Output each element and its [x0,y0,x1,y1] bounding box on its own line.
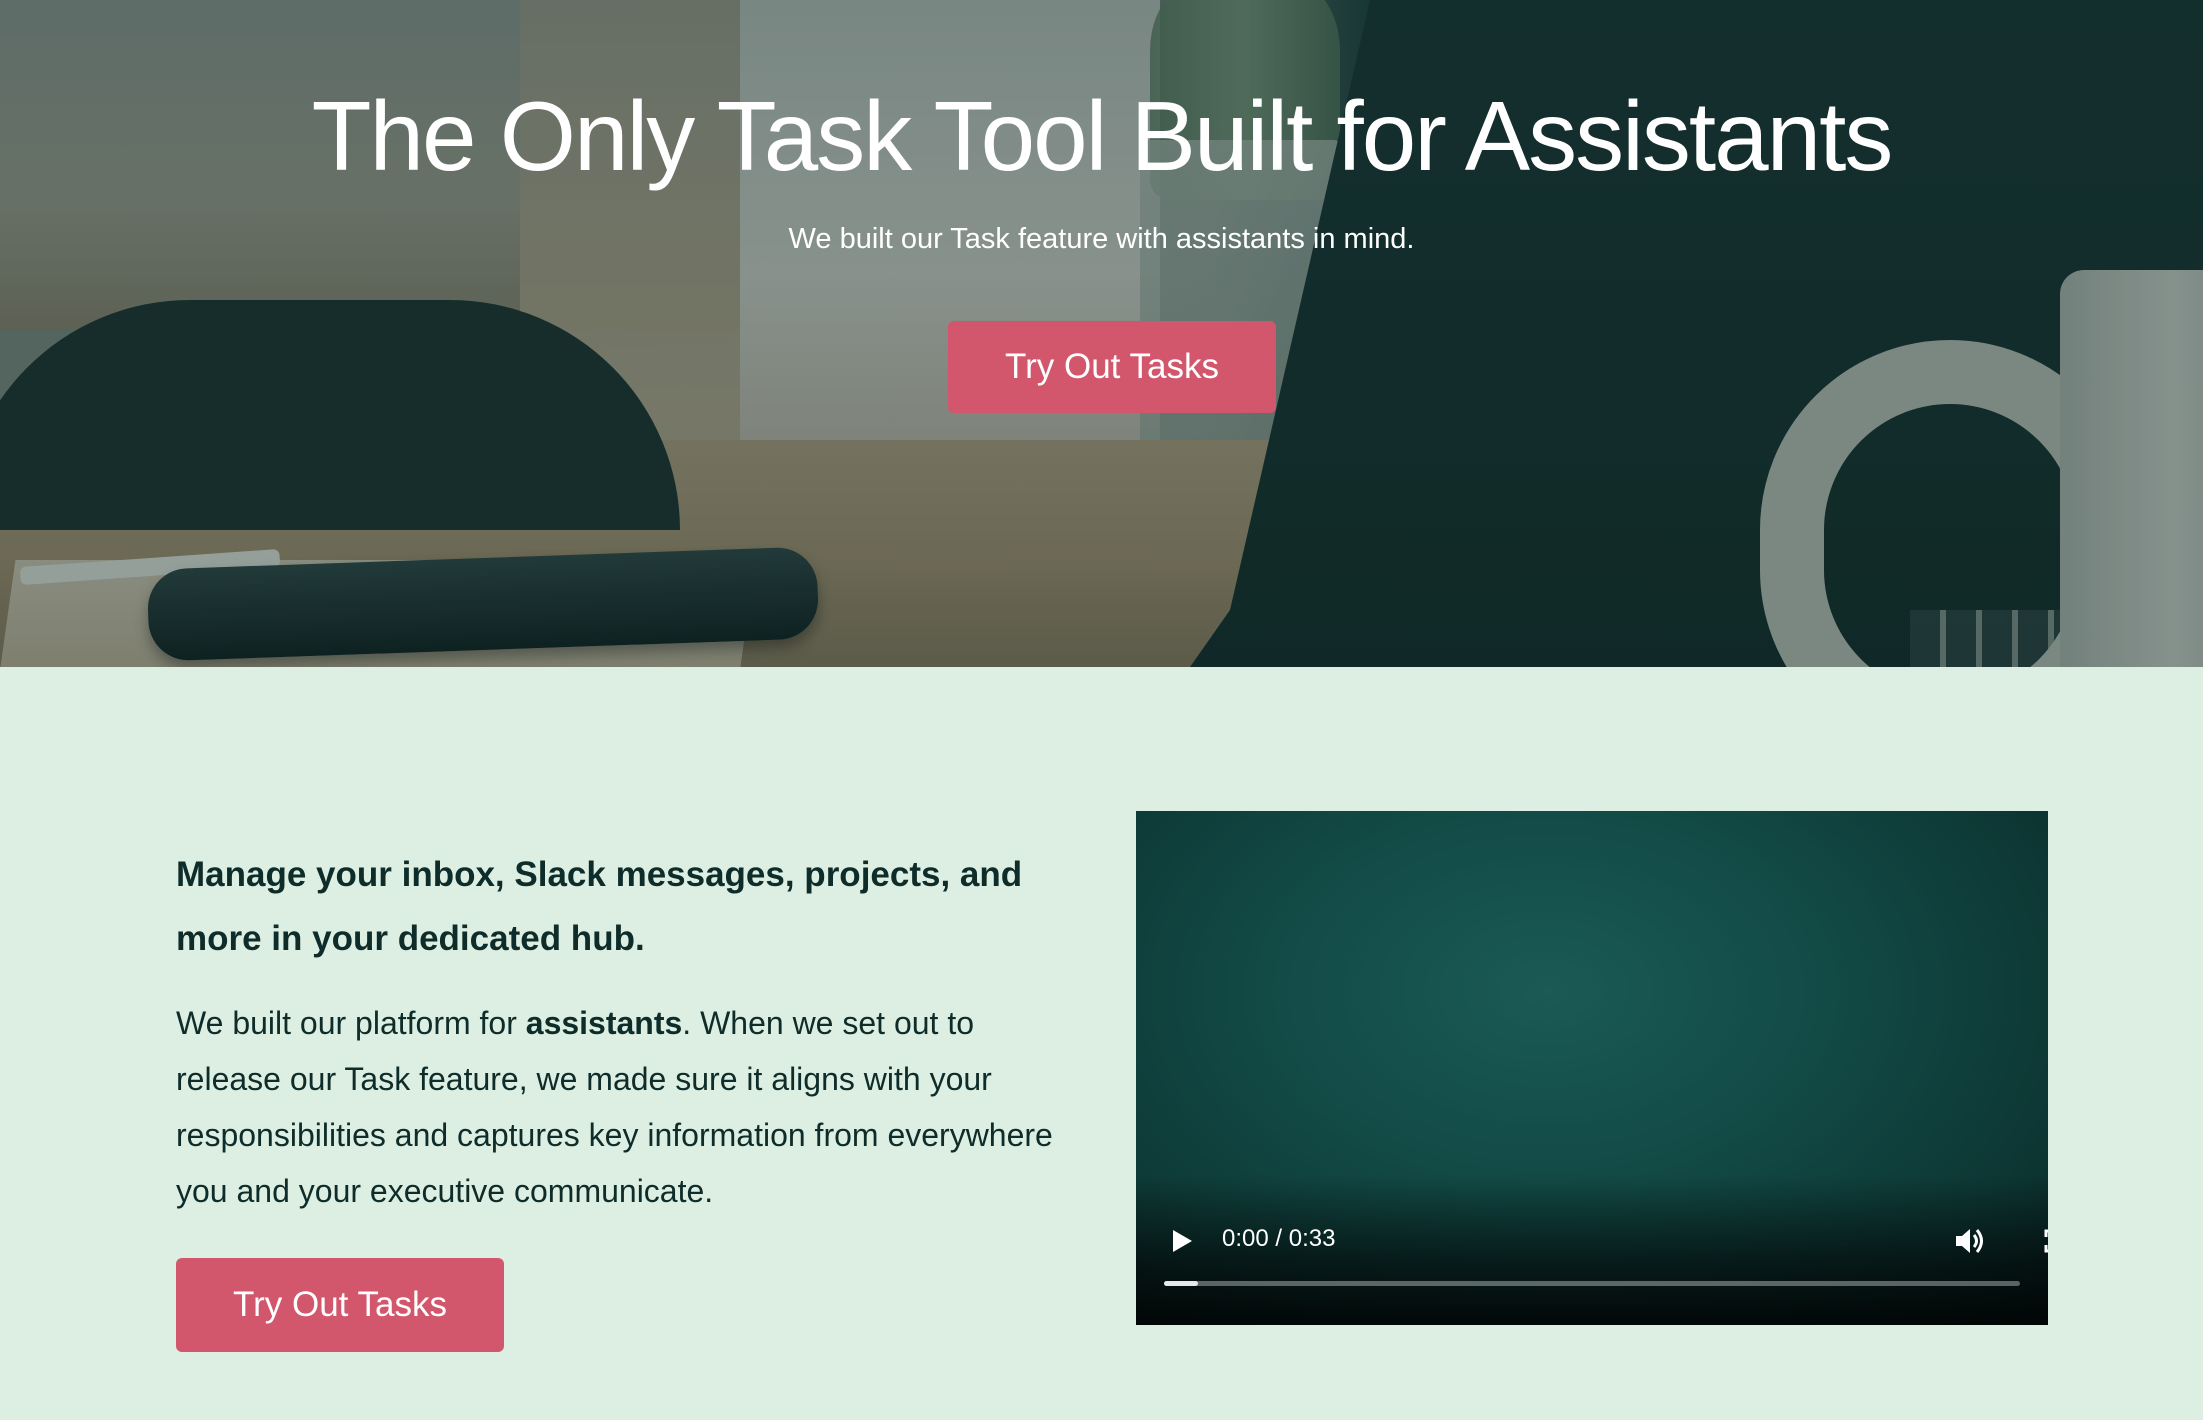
video-controls: 0:00 / 0:33 [1136,1211,2048,1271]
hero-section: The Only Task Tool Built for Assistants … [0,0,2203,667]
feature-try-out-tasks-button[interactable]: Try Out Tasks [176,1258,504,1352]
feature-body-start: We built our platform for [176,1005,526,1041]
fullscreen-icon[interactable] [2034,1219,2048,1263]
video-time-display: 0:00 / 0:33 [1222,1225,1336,1252]
feature-section: Manage your inbox, Slack messages, proje… [0,667,2203,1420]
hero-subtitle: We built our Task feature with assistant… [788,223,1415,255]
hero-title: The Only Task Tool Built for Assistants [311,81,1894,191]
play-icon[interactable] [1162,1221,1202,1261]
feature-text-column: Manage your inbox, Slack messages, proje… [176,843,1056,1219]
hero-try-out-tasks-button[interactable]: Try Out Tasks [948,321,1276,413]
volume-icon[interactable] [1948,1219,1992,1263]
video-progress-bar[interactable] [1164,1281,2020,1286]
feature-lead: Manage your inbox, Slack messages, proje… [176,855,1023,958]
feature-body-emphasis: assistants [525,1005,683,1041]
video-player[interactable]: 0:00 / 0:33 [1136,811,2048,1325]
feature-body: We built our platform for assistants. Wh… [176,995,1056,1219]
video-progress-fill [1164,1281,1199,1286]
